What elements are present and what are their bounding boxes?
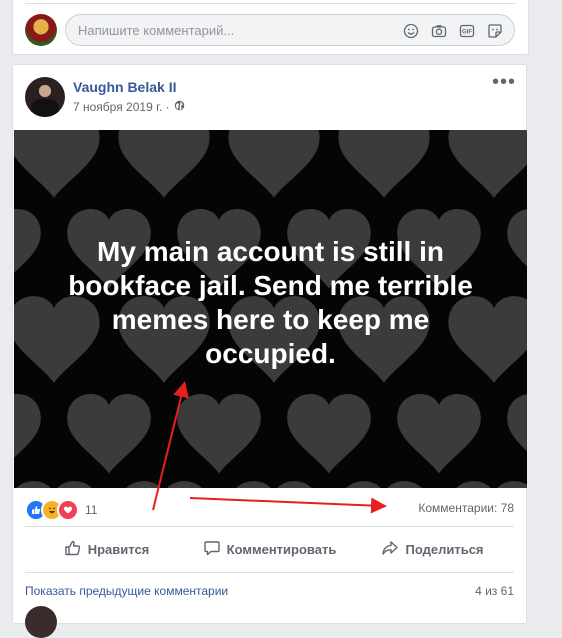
- comments-shown-count: 4 из 61: [475, 584, 514, 598]
- heart-shape: [228, 130, 320, 198]
- sticker-icon[interactable]: [486, 22, 504, 40]
- post-actions: Нравится Комментировать Поделиться: [25, 527, 514, 571]
- heart-shape: [338, 130, 430, 198]
- heart-shape: [287, 393, 371, 474]
- comment-button-label: Комментировать: [226, 541, 337, 557]
- post-image[interactable]: My main account is still in bookface jai…: [14, 130, 527, 488]
- thumbs-up-icon: [64, 539, 82, 560]
- like-button[interactable]: Нравится: [25, 527, 188, 571]
- smile-icon[interactable]: [402, 22, 420, 40]
- comment-input[interactable]: Напишите комментарий... GIF: [65, 14, 515, 46]
- svg-text:GIF: GIF: [462, 30, 472, 36]
- show-previous-comments-link[interactable]: Показать предыдущие комментарии: [25, 584, 228, 598]
- share-button-label: Поделиться: [405, 541, 484, 557]
- divider: [25, 572, 514, 573]
- share-button[interactable]: Поделиться: [351, 527, 514, 571]
- heart-shape: [177, 393, 261, 474]
- heart-shape: [14, 130, 100, 198]
- share-arrow-icon: [381, 539, 399, 560]
- camera-icon[interactable]: [430, 22, 448, 40]
- commenter-avatar[interactable]: [25, 606, 57, 638]
- heart-shape: [14, 208, 41, 289]
- comment-button[interactable]: Комментировать: [188, 527, 351, 571]
- reaction-count[interactable]: 11: [85, 503, 97, 517]
- reactions-summary[interactable]: 11: [25, 499, 97, 521]
- heart-shape: [507, 208, 527, 289]
- gif-icon[interactable]: GIF: [458, 22, 476, 40]
- comments-count[interactable]: Комментарии: 78: [418, 501, 514, 515]
- love-reaction-icon: [57, 499, 79, 521]
- heart-shape: [118, 130, 210, 198]
- globe-icon: [174, 100, 185, 114]
- author-name[interactable]: Vaughn Belak II: [73, 79, 176, 95]
- post-meta: 7 ноября 2019 г. ·: [73, 100, 185, 114]
- comment-bubble-icon: [203, 539, 221, 560]
- divider: [25, 3, 516, 4]
- post-options-button[interactable]: •••: [492, 72, 516, 93]
- heart-shape: [14, 481, 100, 488]
- heart-shape: [67, 393, 151, 474]
- heart-shape: [448, 481, 527, 488]
- heart-shape: [118, 481, 210, 488]
- post-image-text: My main account is still in bookface jai…: [68, 236, 473, 369]
- post-card: Vaughn Belak II 7 ноября 2019 г. · ••• M…: [12, 64, 527, 638]
- author-avatar[interactable]: [25, 77, 65, 117]
- page-scrollbar[interactable]: [550, 0, 562, 616]
- heart-shape: [507, 393, 527, 474]
- previous-post-card: Напишите комментарий... GIF: [12, 0, 529, 55]
- current-user-avatar[interactable]: [25, 14, 57, 46]
- like-button-label: Нравится: [87, 541, 150, 557]
- heart-shape: [397, 393, 481, 474]
- heart-shape: [448, 130, 527, 198]
- heart-shape: [228, 481, 320, 488]
- comment-input-placeholder: Напишите комментарий...: [78, 23, 235, 38]
- post-date[interactable]: 7 ноября 2019 г. ·: [73, 100, 170, 114]
- heart-shape: [14, 393, 41, 474]
- heart-shape: [338, 481, 430, 488]
